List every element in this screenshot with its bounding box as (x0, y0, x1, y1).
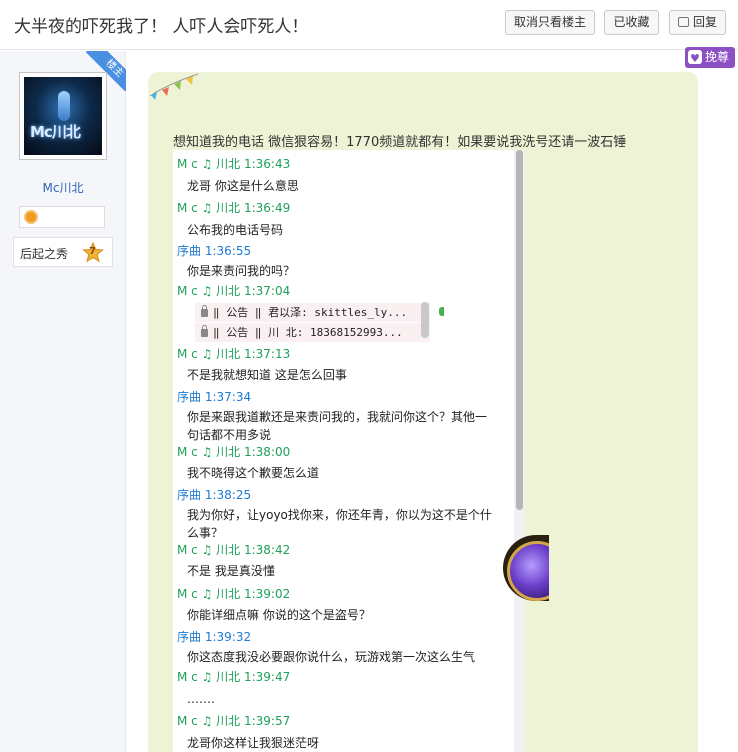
reply-icon (677, 17, 689, 27)
chat-sender: M c ♫ 川北 1:39:47 (177, 670, 291, 684)
chat-scrollbar[interactable] (514, 150, 525, 752)
chat-message: 龙哥你这样让我狠迷茫呀 (187, 736, 320, 750)
chat-message: 你是来责问我的吗？ (187, 264, 296, 278)
reply-button[interactable]: 回复 (669, 10, 726, 35)
chat-message: 你是来跟我道歉还是来责问我的，我就问你这个？其他一句话都不用多说 (187, 410, 488, 442)
chat-sender: M c ♫ 川北 1:36:43 (177, 157, 291, 171)
username-link[interactable]: Mc川北 (0, 179, 126, 196)
chat-sender: M c ♫ 川北 1:37:04 (177, 284, 291, 298)
favorited-button[interactable]: 已收藏 (604, 10, 659, 35)
level-name: 后起之秀 (20, 247, 69, 261)
status-indicator (439, 307, 444, 316)
avatar[interactable]: Mc川北 (19, 72, 107, 160)
author-panel: 楼主 Mc川北 Mc川北 后起之秀 7 (0, 51, 126, 752)
chat-sender: M c ♫ 川北 1:37:13 (177, 347, 291, 361)
heart-icon (688, 48, 702, 69)
bunting-decoration (149, 73, 199, 100)
chat-sender: 序曲 1:36:55 (177, 244, 252, 258)
notice-row: ‖ 公告 ‖ 君以泽: skittles_ly... (195, 303, 430, 322)
chat-message: 公布我的电话号码 (187, 223, 284, 237)
chat-scrollbar-thumb[interactable] (516, 150, 523, 510)
level-badge[interactable]: 后起之秀 7 (13, 237, 113, 267)
medal-badge-box (19, 206, 105, 228)
chat-sender: 序曲 1:39:32 (177, 630, 252, 644)
thread-title: 大半夜的吓死我了！ 人吓人会吓死人！ (14, 17, 309, 37)
lock-icon (201, 325, 208, 337)
chat-message: 你能详细点嘛 你说的这个是盗号？ (187, 608, 371, 622)
microphone-icon (58, 91, 70, 121)
chat-sender: M c ♫ 川北 1:36:49 (177, 201, 291, 215)
chat-screenshot: M c ♫ 川北 1:36:43 龙哥 你这是什么意思 M c ♫ 川北 1:3… (173, 150, 525, 752)
notice-scrollbar[interactable] (421, 302, 429, 338)
level-number: 7 (89, 246, 96, 257)
notice-row: ‖ 公告 ‖ 川 北: 18368152993... (195, 323, 430, 342)
chat-sender: M c ♫ 川北 1:38:42 (177, 543, 291, 557)
lock-icon (201, 305, 208, 317)
medal-icon[interactable] (24, 210, 38, 224)
tip-label: 挽尊 (705, 50, 730, 64)
post-text: 想知道我的电话 微信狠容易！1770频道就都有！如果要说我洗号还请一波石锤 (173, 135, 627, 150)
chat-message: ……. (187, 692, 215, 706)
reply-label: 回复 (692, 15, 717, 29)
chat-sender: M c ♫ 川北 1:38:00 (177, 445, 291, 459)
chat-message: 不是 我是真没懂 (187, 564, 275, 578)
chat-message: 龙哥 你这是什么意思 (187, 179, 299, 193)
tip-button[interactable]: 挽尊 (685, 47, 735, 69)
avatar-image: Mc川北 (24, 77, 102, 155)
chat-message: 你这态度我没必要跟你说什么，玩游戏第一次这么生气 (187, 650, 476, 664)
cancel-only-op-button[interactable]: 取消只看楼主 (505, 10, 595, 35)
chat-message: 我为你好，让yoyo找你来，你还年青，你以为这不是个什么事？ (187, 508, 492, 540)
chat-sender: 序曲 1:37:34 (177, 390, 252, 404)
chat-message: 我不晓得这个歉要怎么道 (187, 466, 320, 480)
avatar-logo-text: Mc川北 (30, 123, 81, 141)
chat-sender: M c ♫ 川北 1:39:02 (177, 587, 291, 601)
chat-sender: 序曲 1:38:25 (177, 488, 252, 502)
thread-header: 大半夜的吓死我了！ 人吓人会吓死人！ 取消只看楼主 已收藏 回复 (0, 0, 738, 50)
chat-message: 不是我就想知道 这是怎么回事 (187, 368, 347, 382)
chat-sender: M c ♫ 川北 1:39:57 (177, 714, 291, 728)
